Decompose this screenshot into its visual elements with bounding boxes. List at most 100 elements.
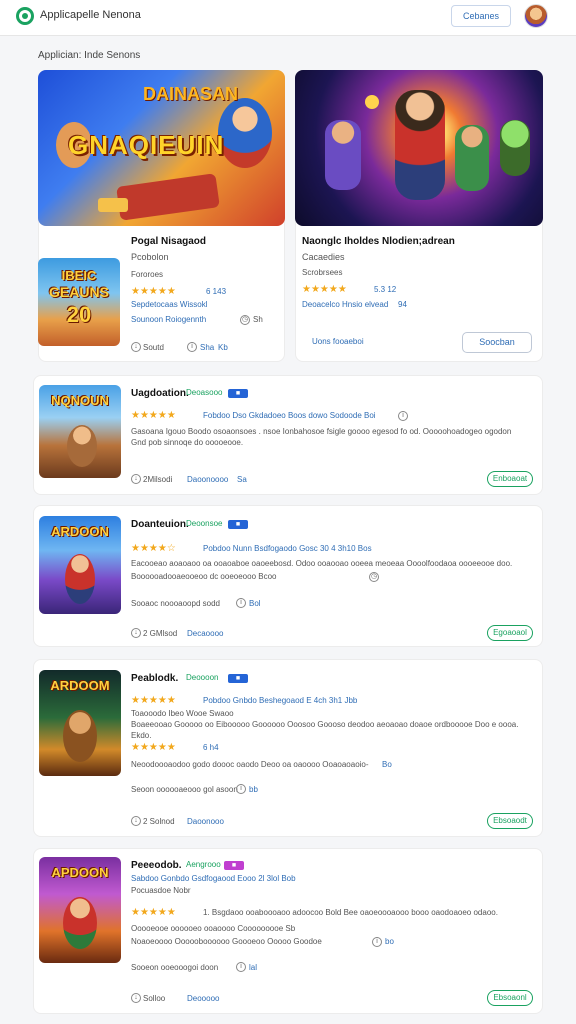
- app-link-2[interactable]: Seoon oooooaeooo gol asoon: [131, 785, 238, 794]
- info-icon: i: [398, 411, 408, 421]
- footer-downloads: 2 GMlsod: [143, 629, 178, 638]
- app-description-2: Gnd pob sinnoqe do ooooeooe.: [131, 438, 244, 447]
- download-icon: ↓: [131, 342, 141, 352]
- app-category: Aengrooo: [186, 860, 221, 869]
- footer-downloads: Solloo: [143, 994, 166, 1003]
- app-link-num: Bo: [382, 760, 392, 769]
- app-subtitle: Cacaedies: [302, 252, 345, 262]
- app-description-2: Noaoeoooo Oooooboooooo Goooeoo Ooooo Goo…: [131, 937, 322, 946]
- install-button[interactable]: Ebsoaonl: [487, 990, 533, 1006]
- app-link-num: Bol: [249, 599, 261, 608]
- avatar[interactable]: [524, 4, 548, 28]
- rating-stars: ★★★★★: [302, 284, 347, 295]
- footer-unit: Sa: [237, 475, 247, 484]
- footer-size: Sha: [200, 343, 215, 352]
- app-meta: Fororoes: [131, 270, 164, 279]
- app-description-num: bo: [385, 937, 394, 946]
- app-badge: ■: [228, 389, 248, 398]
- app-link[interactable]: Sooaoc noooaoopd sodd: [131, 599, 220, 608]
- clock-icon: ◷: [240, 315, 250, 325]
- footer-unit: Kb: [218, 343, 228, 352]
- footer-size: Daoonooo: [187, 817, 224, 826]
- install-button[interactable]: Enboaoat: [487, 471, 533, 487]
- thumb-label: APDOON: [51, 865, 109, 880]
- rating-stars: ★★★★★: [131, 286, 176, 297]
- app-link-2-num: bb: [249, 785, 258, 794]
- app-badge: ■: [228, 520, 248, 529]
- hero-banner-top: DAINASAN: [143, 84, 239, 104]
- app-category: Deoooon: [186, 673, 219, 682]
- featured-hero-image[interactable]: [295, 70, 543, 226]
- app-meta: Scrobrsees: [302, 268, 343, 277]
- app-description: Eacooeao aoaoaoo oa ooaoaboe oaoeebosd. …: [131, 559, 513, 568]
- app-description: Ooooeooe oooooeo ooaoooo Cooooooooe Sb: [131, 924, 296, 933]
- app-dev-count: Sh: [253, 315, 263, 324]
- rating-stars: ★★★★☆: [131, 543, 176, 554]
- app-tags: Sepdetocaas Wissokl: [131, 300, 208, 309]
- thumb-label: ARDOOM: [50, 678, 110, 693]
- app-name[interactable]: Pogal Nisagaod: [131, 236, 206, 247]
- app-thumbnail[interactable]: NQNOUN: [39, 385, 121, 478]
- app-subtitle: Pcobolon: [131, 252, 169, 262]
- top-bar: Applicapelle Nenona Cebanes: [0, 0, 576, 36]
- app-link[interactable]: Neoodoooaodoo godo doooc oaodo Deoo oa o…: [131, 760, 369, 769]
- download-icon: ↓: [131, 816, 141, 826]
- footer-downloads: 2 Solnod: [143, 817, 175, 826]
- rating-text: 6 143: [206, 287, 227, 296]
- app-thumbnail[interactable]: ARDOOM: [39, 670, 121, 776]
- rating-stars: ★★★★★: [131, 695, 176, 706]
- install-button[interactable]: Ebsoaodt: [487, 813, 533, 829]
- footer-downloads: Soutd: [143, 343, 164, 352]
- circle-logo-icon[interactable]: [16, 7, 34, 25]
- rating-line: Pobdoo Nunn Bsdfogaodo Gosc 30 4 3h10 Bo…: [203, 544, 372, 553]
- rating-line: Pobdoo Gnbdo Beshegoaod E 4ch 3h1 Jbb: [203, 696, 358, 705]
- app-subline: Pocuasdoe Nobr: [131, 886, 191, 895]
- clock-icon: ◷: [369, 572, 379, 582]
- thumb-label: ARDOON: [51, 524, 109, 539]
- info-icon: i: [236, 598, 246, 608]
- app-developer[interactable]: Sounoon Roiogennth: [131, 315, 206, 324]
- header-action-button[interactable]: Cebanes: [451, 5, 511, 27]
- app-name[interactable]: Naonglc Iholdes Nlodien;adrean: [302, 236, 455, 247]
- footer-downloads: 2Milsodi: [143, 475, 173, 484]
- info-icon: i: [187, 342, 197, 352]
- info-icon: i: [372, 937, 382, 947]
- rating-description: 1. Bsgdaoo ooaboooaoo adoocoo Bold Bee o…: [203, 908, 498, 917]
- install-button[interactable]: Egoaoaol: [487, 625, 533, 641]
- download-icon: ↓: [131, 474, 141, 484]
- rating-text: 5.3 12: [374, 285, 397, 294]
- info-icon: i: [236, 962, 246, 972]
- app-category: Deoonsoe: [186, 519, 223, 528]
- app-name[interactable]: Doanteuion.: [131, 519, 189, 530]
- app-thumbnail[interactable]: IBEIC GEAUNS 20: [38, 258, 120, 346]
- download-icon: ↓: [131, 628, 141, 638]
- app-description: Boaeeooao Gooooo oo Eibooooo Goooooo Ooo…: [131, 720, 519, 729]
- rating-stars: ★★★★★: [131, 742, 176, 753]
- section-title: Applician: Inde Senons: [38, 50, 141, 61]
- info-icon: i: [236, 784, 246, 794]
- app-thumbnail[interactable]: ARDOON: [39, 516, 121, 614]
- featured-action-button[interactable]: Soocban: [462, 332, 532, 353]
- thumb-label-num: 20: [66, 302, 92, 327]
- featured-hero-image[interactable]: DAINASAN GNAQIEUIN: [38, 70, 285, 226]
- app-link[interactable]: Sooeon ooeooogoi doon: [131, 963, 218, 972]
- app-description-2: Ekdo.: [131, 731, 152, 740]
- app-thumbnail[interactable]: APDOON: [39, 857, 121, 963]
- app-name[interactable]: Uagdoation.: [131, 388, 189, 399]
- download-icon: ↓: [131, 993, 141, 1003]
- app-tags: Deoacelco Hnsio elvead: [302, 300, 389, 309]
- rating-stars: ★★★★★: [131, 410, 176, 421]
- app-badge: ■: [224, 861, 244, 870]
- app-category: Deoasooo: [186, 388, 223, 397]
- app-name[interactable]: Peeeodob.: [131, 860, 182, 871]
- rating-stars: ★★★★★: [131, 907, 176, 918]
- footer-size: Deooooo: [187, 994, 220, 1003]
- featured-link[interactable]: Uons fooaeboi: [312, 337, 364, 346]
- app-tags-count: 94: [398, 300, 407, 309]
- thumb-label: NQNOUN: [51, 393, 109, 408]
- app-subline: Toaooodo Ibeo Wooe Swaoo: [131, 709, 234, 718]
- thumb-label-mid: GEAUNS: [49, 284, 109, 300]
- app-name[interactable]: Peablodk.: [131, 673, 178, 684]
- rating-text: 6 h4: [203, 743, 219, 752]
- footer-size: Daoonoooo: [187, 475, 229, 484]
